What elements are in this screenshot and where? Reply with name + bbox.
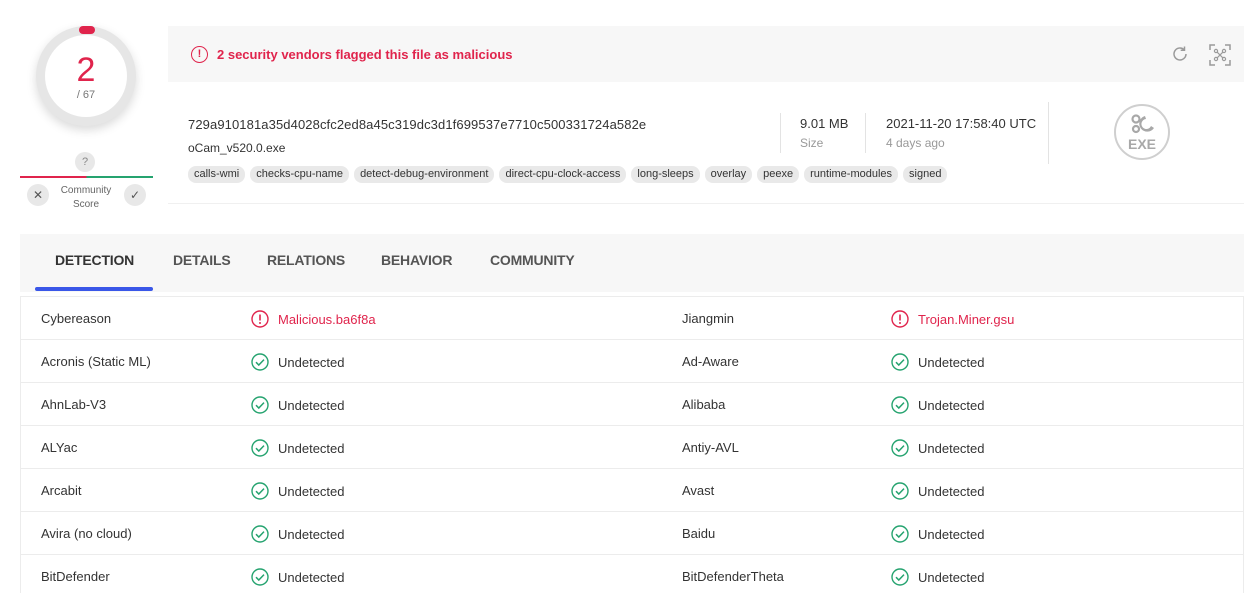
vote-harmless-button[interactable]: ✓ [124, 184, 146, 206]
detection-result: Undetected [251, 568, 345, 586]
tag-runtime-modules[interactable]: runtime-modules [804, 166, 899, 183]
file-name: oCam_v520.0.exe [188, 141, 286, 155]
divider [865, 113, 866, 153]
engine-total: / 67 [76, 89, 96, 101]
check-circle-icon [891, 525, 909, 543]
engine-name: ALYac [41, 440, 78, 455]
table-row: Arcabit Undetected Avast Undetected [21, 469, 1243, 512]
check-circle-icon [251, 439, 269, 457]
divider [1048, 102, 1049, 164]
tab-bar: DETECTION DETAILS RELATIONS BEHAVIOR COM… [20, 234, 1244, 292]
gauge-indicator [79, 26, 95, 34]
alert-circle-icon [251, 310, 269, 328]
tag-overlay[interactable]: overlay [704, 166, 753, 183]
active-tab-indicator [35, 287, 153, 291]
detection-result: Undetected [891, 439, 985, 457]
file-info-panel: 729a910181a35d4028cfc2ed8a45c319dc3d1f69… [168, 82, 1244, 204]
check-circle-icon [891, 439, 909, 457]
detection-result: Undetected [891, 568, 985, 586]
check-icon: ✓ [129, 188, 141, 202]
file-hash[interactable]: 729a910181a35d4028cfc2ed8a45c319dc3d1f69… [188, 117, 646, 132]
refresh-icon[interactable] [1170, 44, 1190, 64]
community-score-label: Community Score [60, 185, 112, 210]
engine-name: AhnLab-V3 [41, 397, 107, 412]
tag-calls-wmi[interactable]: calls-wmi [188, 166, 246, 183]
file-type-badge: EXE [1114, 104, 1170, 160]
table-row: Cybereason Malicious.ba6f8a Jiangmin Tro… [21, 297, 1243, 340]
engine-name: Baidu [682, 526, 716, 541]
detection-result: Undetected [251, 525, 345, 543]
check-circle-icon [251, 353, 269, 371]
check-circle-icon [251, 568, 269, 586]
check-circle-icon [251, 482, 269, 500]
tab-behavior[interactable]: BEHAVIOR [381, 252, 452, 268]
table-row: BitDefender Undetected BitDefenderTheta … [21, 555, 1243, 593]
detection-result: Undetected [891, 353, 985, 371]
divider [780, 113, 781, 153]
tab-relations[interactable]: RELATIONS [267, 252, 345, 268]
table-row: Avira (no cloud) Undetected Baidu Undete… [21, 512, 1243, 555]
detection-result: Undetected [251, 482, 345, 500]
check-circle-icon [891, 396, 909, 414]
check-circle-icon [891, 568, 909, 586]
community-score-unknown: ? [75, 152, 95, 172]
detection-result: Undetected [251, 353, 345, 371]
detection-result: Undetected [891, 525, 985, 543]
alert-circle-icon: ! [191, 46, 208, 63]
detection-score-gauge: 2 / 67 [36, 26, 136, 126]
file-type-label: EXE [1127, 136, 1156, 152]
tag-detect-debug-environment[interactable]: detect-debug-environment [354, 166, 495, 183]
engine-name: Avast [682, 483, 715, 498]
tag-long-sleeps[interactable]: long-sleeps [631, 166, 700, 183]
engine-name: Antiy-AVL [682, 440, 739, 455]
gears-icon [1131, 114, 1154, 134]
tag-signed[interactable]: signed [903, 166, 948, 183]
tab-detection[interactable]: DETECTION [55, 252, 134, 268]
community-score-bar [20, 176, 153, 178]
detection-result: Undetected [251, 439, 345, 457]
close-icon: ✕ [32, 188, 44, 202]
tag-checks-cpu-name[interactable]: checks-cpu-name [250, 166, 350, 183]
check-circle-icon [251, 396, 269, 414]
alert-message: 2 security vendors flagged this file as … [217, 47, 513, 62]
engine-name: Arcabit [41, 483, 82, 498]
engine-name: Alibaba [682, 397, 726, 412]
detection-result: Undetected [251, 396, 345, 414]
scan-date-value: 2021-11-20 17:58:40 UTC [886, 116, 1037, 131]
engine-name: BitDefenderTheta [682, 569, 784, 584]
tab-community[interactable]: COMMUNITY [490, 252, 575, 268]
detection-result: Undetected [891, 396, 985, 414]
detection-result: Malicious.ba6f8a [251, 310, 376, 328]
engine-name: Avira (no cloud) [41, 526, 132, 541]
engine-name: Cybereason [41, 311, 112, 326]
check-circle-icon [891, 482, 909, 500]
detection-table: Cybereason Malicious.ba6f8a Jiangmin Tro… [20, 296, 1244, 593]
file-size-label: Size [800, 136, 824, 150]
file-tags: calls-wmi checks-cpu-name detect-debug-e… [188, 166, 948, 183]
engine-name: BitDefender [41, 569, 110, 584]
tab-details[interactable]: DETAILS [173, 252, 231, 268]
table-row: AhnLab-V3 Undetected Alibaba Undetected [21, 383, 1243, 426]
detection-result: Trojan.Miner.gsu [891, 310, 1014, 328]
engine-name: Ad-Aware [682, 354, 739, 369]
table-row: Acronis (Static ML) Undetected Ad-Aware … [21, 340, 1243, 383]
scan-date-relative: 4 days ago [886, 136, 945, 150]
scan-similar-icon[interactable] [1208, 43, 1232, 67]
alert-banner: ! 2 security vendors flagged this file a… [168, 26, 1244, 82]
check-circle-icon [251, 525, 269, 543]
tag-peexe[interactable]: peexe [757, 166, 800, 183]
engine-name: Acronis (Static ML) [41, 354, 151, 369]
detection-result: Undetected [891, 482, 985, 500]
detection-count: 2 [76, 51, 96, 89]
table-row: ALYac Undetected Antiy-AVL Undetected [21, 426, 1243, 469]
engine-name: Jiangmin [682, 311, 735, 326]
file-size-value: 9.01 MB [800, 116, 849, 131]
alert-circle-icon [891, 310, 909, 328]
vote-malicious-button[interactable]: ✕ [27, 184, 49, 206]
tag-direct-cpu-clock-access[interactable]: direct-cpu-clock-access [499, 166, 627, 183]
check-circle-icon [891, 353, 909, 371]
